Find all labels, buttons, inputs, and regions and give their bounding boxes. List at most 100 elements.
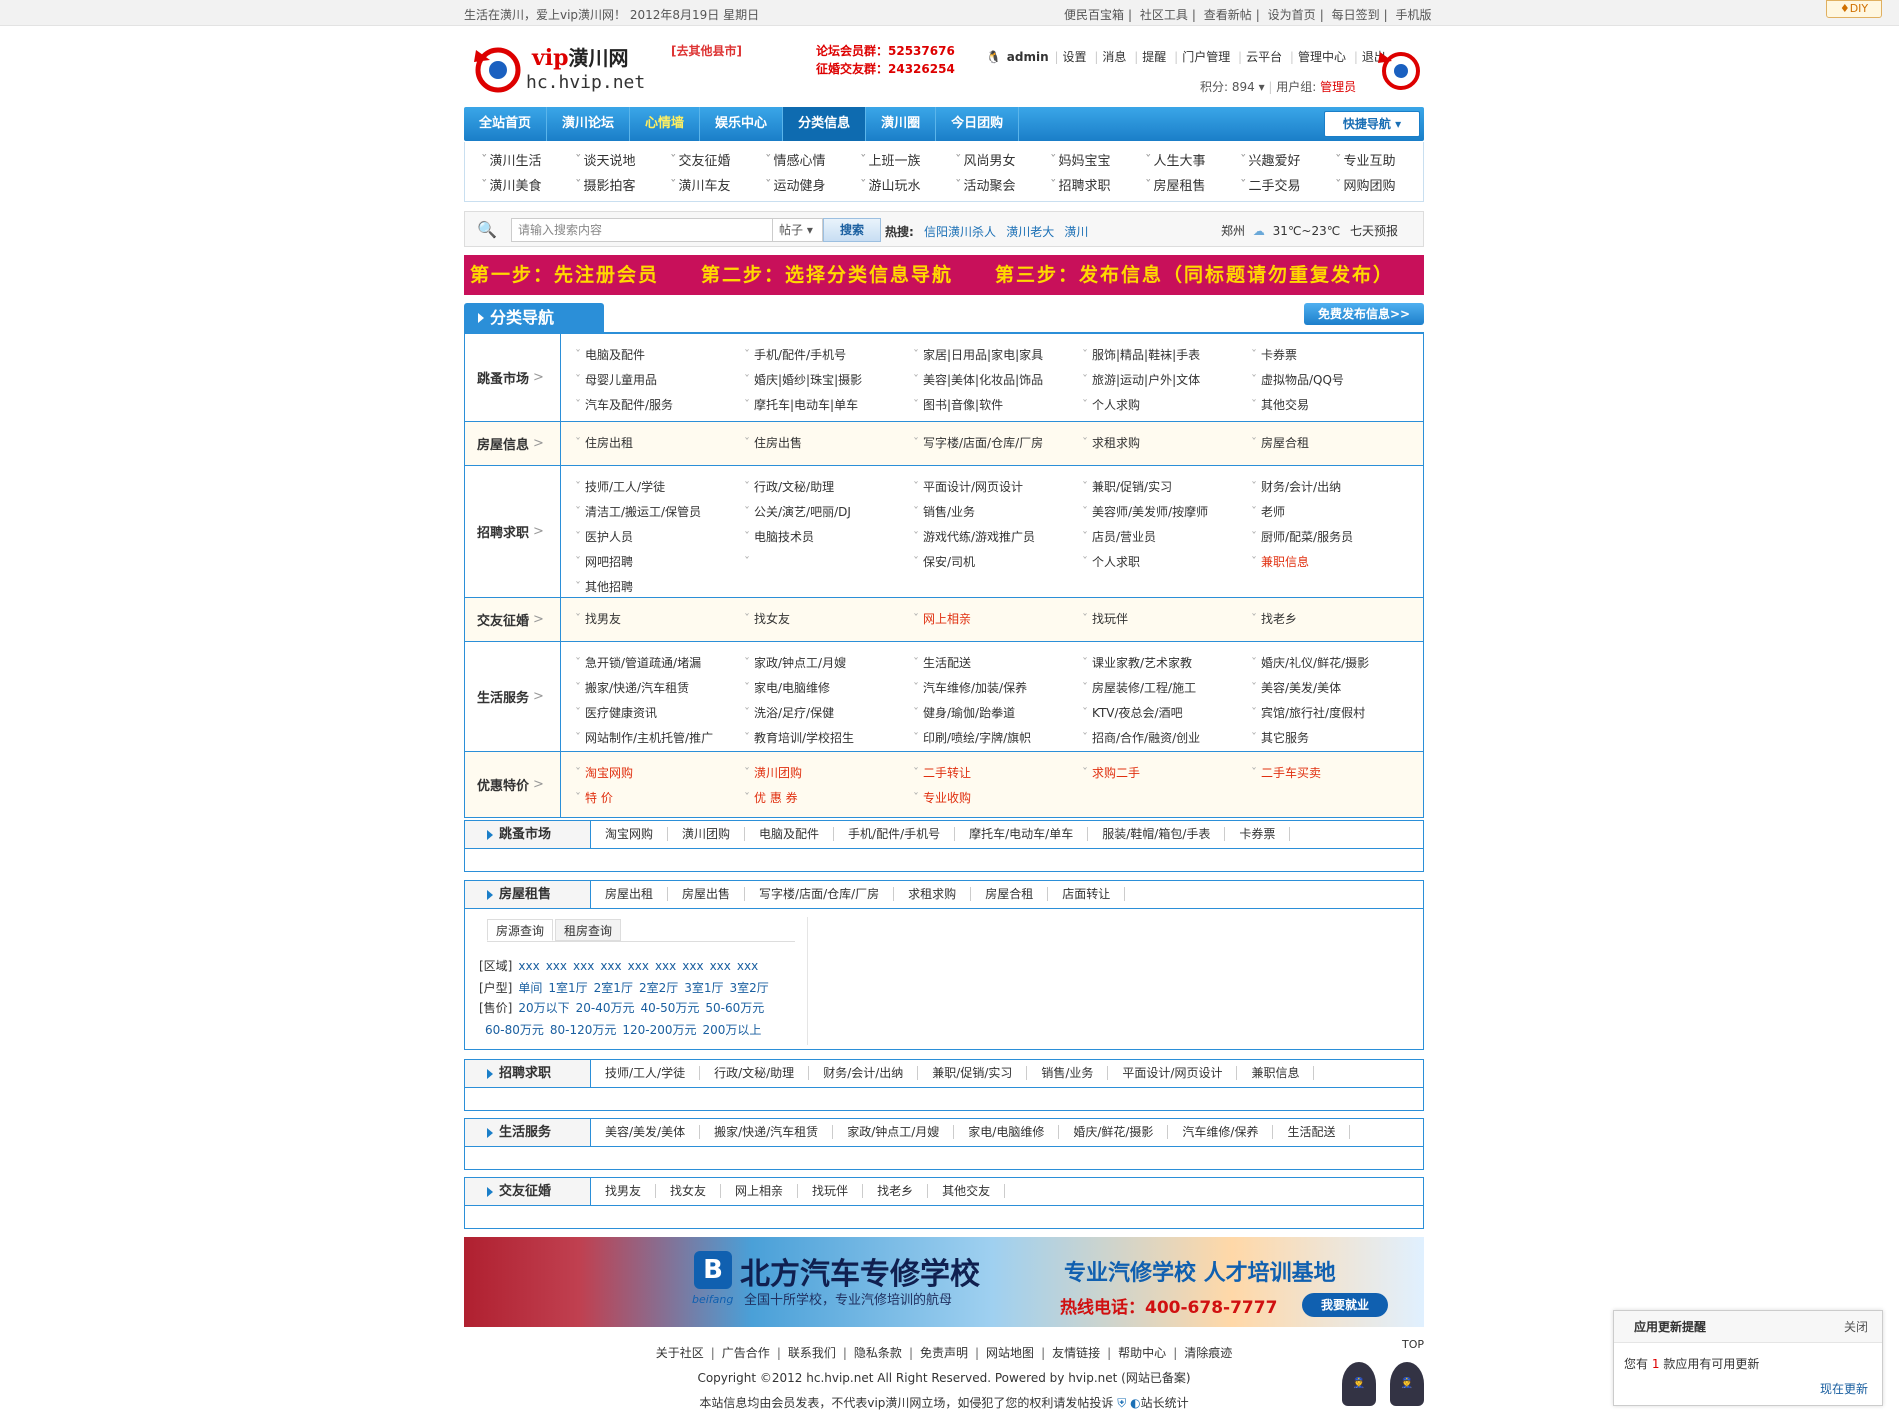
category-label[interactable]: 优惠特价 <box>465 752 561 817</box>
user-link-messages[interactable]: 消息 <box>1102 50 1126 64</box>
nav-mood-wall[interactable]: 心情墙 <box>630 107 701 141</box>
section-link[interactable]: 找玩伴 <box>798 1184 864 1198</box>
search-type-select[interactable]: 帖子 ▾ <box>773 218 823 242</box>
user-link-portal[interactable]: 门户管理 <box>1182 50 1230 64</box>
police-badge-icon[interactable]: 👮 <box>1342 1362 1376 1406</box>
subnav-item[interactable]: 运动健身 <box>765 175 826 194</box>
user-link-settings[interactable]: 设置 <box>1063 50 1087 64</box>
section-link[interactable]: 搬家/快递/汽车租赁 <box>700 1125 834 1139</box>
house-filter-link[interactable]: xxx <box>737 959 758 973</box>
category-link[interactable]: 健身/瑜伽/跆拳道 <box>913 702 1082 724</box>
footer-link[interactable]: 关于社区 <box>656 1346 704 1360</box>
category-link[interactable]: 医疗健康资讯 <box>575 702 744 724</box>
subnav-item[interactable]: 潢川车友 <box>670 175 731 194</box>
house-filter-link[interactable]: xxx <box>682 959 703 973</box>
section-link[interactable]: 电脑及配件 <box>745 827 835 841</box>
category-link[interactable]: 求租求购 <box>1082 432 1251 454</box>
go-county-link[interactable]: [去其他县市] <box>671 42 742 59</box>
category-link[interactable]: 家电/电脑维修 <box>744 677 913 699</box>
section-link[interactable]: 生活配送 <box>1273 1125 1351 1139</box>
category-link[interactable]: 潢川团购 <box>744 762 913 784</box>
house-filter-link[interactable]: 20-40万元 <box>576 1001 635 1015</box>
category-link[interactable]: 房屋装修/工程/施工 <box>1082 677 1251 699</box>
section-link[interactable]: 网上相亲 <box>721 1184 799 1198</box>
category-link[interactable]: 美容师/美发师/按摩师 <box>1082 501 1251 523</box>
section-link[interactable]: 家政/钟点工/月嫂 <box>833 1125 955 1139</box>
category-link[interactable]: 兼职/促销/实习 <box>1082 476 1251 498</box>
ad-banner[interactable]: B beifang 北方汽车专修学校 全国十所学校，专业汽修培训的航母 专业汽修… <box>464 1237 1424 1327</box>
footer-link[interactable]: 隐私条款 <box>854 1346 902 1360</box>
category-link[interactable]: 网上相亲 <box>913 608 1082 630</box>
category-link[interactable]: 求购二手 <box>1082 762 1251 784</box>
category-link[interactable]: 公关/演艺/吧丽/DJ <box>744 501 913 523</box>
subnav-item[interactable]: 潢川生活 <box>481 150 542 169</box>
section-link[interactable]: 兼职信息 <box>1237 1066 1315 1080</box>
tab-rent-search[interactable]: 租房查询 <box>555 919 622 941</box>
category-link[interactable]: 婚庆/礼仪/鲜花/摄影 <box>1251 652 1420 674</box>
house-filter-link[interactable]: 2室1厅 <box>594 981 633 995</box>
ad-button[interactable]: 我要就业 <box>1302 1293 1388 1317</box>
category-link[interactable]: 宾馆/旅行社/度假村 <box>1251 702 1420 724</box>
category-link[interactable]: 其他交易 <box>1251 394 1420 416</box>
house-filter-link[interactable]: xxx <box>546 959 567 973</box>
section-link[interactable]: 求租求购 <box>894 887 972 901</box>
subnav-item[interactable]: 网购团购 <box>1335 175 1396 194</box>
category-link[interactable]: 平面设计/网页设计 <box>913 476 1082 498</box>
category-label[interactable]: 交友征婚 <box>465 598 561 641</box>
house-filter-link[interactable]: xxx <box>710 959 731 973</box>
category-link[interactable]: 洗浴/足疗/保健 <box>744 702 913 724</box>
category-link[interactable]: 摩托车|电动车|单车 <box>744 394 913 416</box>
category-link[interactable]: 住房出租 <box>575 432 744 454</box>
category-link[interactable]: 招商/合作/融资/创业 <box>1082 727 1251 749</box>
top-link-tools[interactable]: 便民百宝箱 <box>1064 8 1124 22</box>
category-label[interactable]: 房屋信息 <box>465 422 561 465</box>
section-link[interactable]: 技师/工人/学徒 <box>591 1066 701 1080</box>
subnav-item[interactable]: 兴趣爱好 <box>1240 150 1301 169</box>
section-title[interactable]: 交友征婚 <box>465 1178 591 1205</box>
diy-button[interactable]: ♦DIY <box>1826 0 1882 18</box>
section-link[interactable]: 兼职/促销/实习 <box>918 1066 1028 1080</box>
category-link[interactable]: 婚庆|婚纱|珠宝|摄影 <box>744 369 913 391</box>
section-link[interactable]: 行政/文秘/助理 <box>700 1066 810 1080</box>
category-link[interactable]: 住房出售 <box>744 432 913 454</box>
category-link[interactable]: 图书|音像|软件 <box>913 394 1082 416</box>
category-link[interactable]: 美容/美发/美体 <box>1251 677 1420 699</box>
category-link[interactable]: 母婴儿童用品 <box>575 369 744 391</box>
stat-link[interactable]: 站长统计 <box>1141 1396 1189 1410</box>
usergroup-value[interactable]: 管理员 <box>1320 80 1356 94</box>
category-label[interactable]: 跳蚤市场 <box>465 334 561 421</box>
section-link[interactable]: 潢川团购 <box>668 827 746 841</box>
subnav-item[interactable]: 招聘求职 <box>1050 175 1111 194</box>
category-link[interactable]: 手机/配件/手机号 <box>744 344 913 366</box>
search-button[interactable]: 搜索 <box>823 218 881 242</box>
category-link[interactable]: 卡券票 <box>1251 344 1420 366</box>
category-link[interactable]: 电脑及配件 <box>575 344 744 366</box>
category-link[interactable]: 保安/司机 <box>913 551 1082 573</box>
section-link[interactable]: 房屋出售 <box>668 887 746 901</box>
category-label[interactable]: 生活服务 <box>465 642 561 751</box>
footer-link[interactable]: 帮助中心 <box>1118 1346 1166 1360</box>
category-link[interactable]: 专业收购 <box>913 787 1082 809</box>
category-link[interactable]: 其他招聘 <box>575 576 744 598</box>
category-link[interactable]: 旅游|运动|户外|文体 <box>1082 369 1251 391</box>
section-link[interactable]: 店面转让 <box>1048 887 1126 901</box>
section-link[interactable]: 财务/会计/出纳 <box>809 1066 919 1080</box>
subnav-item[interactable]: 专业互助 <box>1335 150 1396 169</box>
nav-circle[interactable]: 潢川圈 <box>866 107 937 141</box>
category-link[interactable]: 课业家教/艺术家教 <box>1082 652 1251 674</box>
subnav-item[interactable]: 潢川美食 <box>481 175 542 194</box>
category-link[interactable]: 找玩伴 <box>1082 608 1251 630</box>
category-link[interactable]: 房屋合租 <box>1251 432 1420 454</box>
section-title[interactable]: 跳蚤市场 <box>465 821 591 848</box>
police-badge-icon[interactable]: 👮 <box>1390 1362 1424 1406</box>
category-link[interactable]: 二手转让 <box>913 762 1082 784</box>
section-link[interactable]: 找男友 <box>591 1184 657 1198</box>
category-link[interactable]: 优 惠 券 <box>744 787 913 809</box>
top-link-signin[interactable]: 每日签到 <box>1332 8 1380 22</box>
user-link-admin[interactable]: 管理中心 <box>1298 50 1346 64</box>
section-link[interactable]: 汽车维修/保养 <box>1168 1125 1274 1139</box>
footer-link[interactable]: 友情链接 <box>1052 1346 1100 1360</box>
nav-entertainment[interactable]: 娱乐中心 <box>700 107 784 141</box>
subnav-item[interactable]: 摄影拍客 <box>575 175 636 194</box>
category-link[interactable]: 教育培训/学校招生 <box>744 727 913 749</box>
